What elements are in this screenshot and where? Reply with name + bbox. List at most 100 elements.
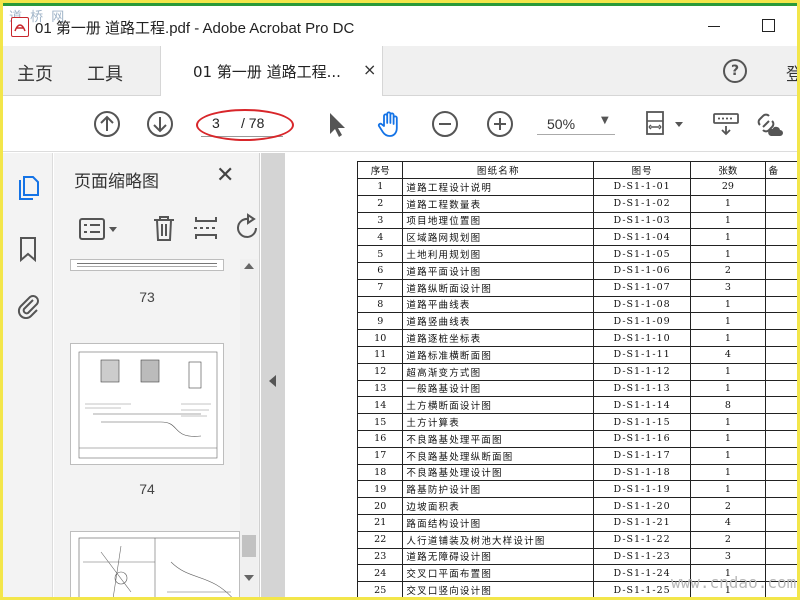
table-row: 7 道路纵断面设计图 D-S1-1-07 3: [356, 278, 797, 297]
sheet-count: 1: [690, 413, 766, 431]
thumbnail-options-icon[interactable]: [78, 215, 122, 243]
select-arrow-icon[interactable]: [321, 109, 351, 139]
drawing-name: 不良路基处理纵断面图: [402, 446, 595, 465]
drawing-name: 边坡面积表: [402, 497, 595, 515]
drawing-name: 道路工程设计说明: [402, 178, 595, 196]
thumbnail-pane: 页面缩略图 ✕ 73 74: [54, 153, 260, 597]
table-row: 6 道路平面设计图 D-S1-1-06 2: [356, 261, 797, 280]
drawing-index-table: 序号 图纸名称 图号 张数 备 1 道路工程设计说明 D-S1-1-01 29 2 道路工…: [356, 161, 797, 597]
bookmark-icon[interactable]: [15, 235, 41, 263]
drawing-name: 路面结构设计图: [402, 513, 595, 532]
rotate-icon[interactable]: [234, 213, 260, 243]
title-bar: 道 桥 网 01 第一册 道路工程.pdf - Adobe Acrobat Pr…: [3, 6, 797, 46]
drawing-name: 交叉口平面布置图: [402, 564, 595, 583]
drawing-name: 道路逐桩坐标表: [402, 329, 595, 347]
close-pane-icon[interactable]: ✕: [216, 163, 234, 188]
remarks-cell: [764, 530, 797, 549]
site-watermark: www.cndao.com: [671, 573, 797, 592]
remarks-cell: [764, 497, 797, 515]
table-row: 3 项目地理位置图 D-S1-1-03 1: [356, 211, 797, 230]
sheet-count: 2: [690, 261, 766, 280]
collapse-pane-icon[interactable]: [269, 375, 276, 387]
thumbnail-scrollbar[interactable]: [240, 259, 258, 597]
keyboard-input-icon[interactable]: [711, 109, 741, 139]
sheet-count: 1: [690, 429, 766, 448]
remarks-cell: [764, 245, 797, 263]
drawing-name: 项目地理位置图: [402, 211, 595, 230]
drawing-name: 土方横断面设计图: [402, 396, 595, 415]
thumbnail-page[interactable]: [70, 531, 240, 597]
thumbnail-page[interactable]: [70, 259, 224, 271]
scroll-up-icon[interactable]: [244, 263, 254, 269]
previous-page-icon[interactable]: [92, 109, 122, 139]
zoom-in-icon[interactable]: [485, 109, 515, 139]
sheet-count: 1: [690, 379, 766, 398]
sign-in-button[interactable]: 登: [786, 60, 797, 85]
zoom-dropdown[interactable]: 50% ▼: [537, 113, 615, 135]
table-row: 18 不良路基处理设计图 D-S1-1-18 1: [356, 463, 797, 482]
remarks-cell: [764, 261, 797, 280]
sheet-count: 1: [690, 463, 766, 482]
close-tab-icon[interactable]: ×: [363, 60, 376, 79]
row-number: 9: [356, 312, 404, 331]
hand-tool-icon[interactable]: [375, 109, 405, 139]
table-row: 13 一般路基设计图 D-S1-1-13 1: [356, 379, 797, 398]
drawing-code: D-S1-1-09: [593, 312, 692, 331]
row-number: 18: [356, 463, 404, 482]
annotation-ellipse: [196, 109, 294, 141]
drawing-code: D-S1-1-13: [593, 379, 692, 398]
table-row: 14 土方横断面设计图 D-S1-1-14 8: [356, 396, 797, 415]
drawing-name: 不良路基处理平面图: [402, 429, 595, 448]
drawing-name: 土方计算表: [402, 413, 595, 431]
sheet-count: 1: [690, 329, 766, 347]
attachment-icon[interactable]: [15, 291, 41, 319]
sheet-count: 1: [690, 312, 766, 331]
zoom-out-icon[interactable]: [430, 109, 460, 139]
table-row: 15 土方计算表 D-S1-1-15 1: [356, 413, 797, 431]
row-number: 2: [356, 194, 404, 213]
column-header-sheet-count: 张数: [690, 161, 766, 179]
drawing-code: D-S1-1-18: [593, 463, 692, 482]
table-row: 21 路面结构设计图 D-S1-1-21 4: [356, 513, 797, 532]
row-number: 16: [356, 429, 404, 448]
row-number: 21: [356, 513, 404, 532]
scrollbar-thumb[interactable]: [242, 535, 256, 557]
drawing-name: 道路标准横断面图: [402, 345, 595, 364]
help-icon[interactable]: ?: [723, 59, 747, 83]
insert-pages-icon[interactable]: [192, 213, 220, 243]
document-view[interactable]: 序号 图纸名称 图号 张数 备 1 道路工程设计说明 D-S1-1-01 29 2 道路工…: [261, 153, 797, 597]
remarks-cell: [764, 228, 797, 247]
scroll-down-icon[interactable]: [244, 575, 254, 581]
remarks-cell: [764, 329, 797, 347]
table-row: 9 道路竖曲线表 D-S1-1-09 1: [356, 312, 797, 331]
table-row: 1 道路工程设计说明 D-S1-1-01 29: [356, 178, 797, 196]
minimize-button[interactable]: [705, 16, 725, 36]
thumbnail-page-number: 74: [139, 481, 155, 497]
cloud-link-icon[interactable]: [753, 109, 783, 139]
drawing-name: 道路无障碍设计图: [402, 547, 595, 566]
row-number: 8: [356, 295, 404, 314]
app-window: 道 桥 网 01 第一册 道路工程.pdf - Adobe Acrobat Pr…: [3, 3, 797, 597]
row-number: 4: [356, 228, 404, 247]
thumbnail-page[interactable]: [70, 343, 224, 465]
fit-page-icon[interactable]: [643, 109, 689, 139]
sheet-count: 29: [690, 178, 766, 196]
row-number: 12: [356, 362, 404, 381]
next-page-icon[interactable]: [145, 109, 175, 139]
drawing-code: D-S1-1-14: [593, 396, 692, 415]
tab-tools[interactable]: 工具: [87, 60, 123, 86]
row-number: 19: [356, 480, 404, 499]
maximize-button[interactable]: [759, 16, 779, 36]
sheet-count: 1: [690, 362, 766, 381]
drawing-code: D-S1-1-17: [593, 446, 692, 465]
document-tab-label: 01 第一册 道路工程...: [193, 63, 341, 81]
tab-home[interactable]: 主页: [17, 60, 53, 86]
trash-icon[interactable]: [150, 213, 178, 243]
pdf-page: 序号 图纸名称 图号 张数 备 1 道路工程设计说明 D-S1-1-01 29 2 道路工…: [285, 153, 797, 597]
sheet-count: 1: [690, 211, 766, 230]
page-thumbnails-icon[interactable]: [15, 175, 41, 203]
drawing-code: D-S1-1-23: [593, 547, 692, 566]
window-title: 01 第一册 道路工程.pdf - Adobe Acrobat Pro DC: [35, 20, 355, 37]
chevron-down-icon: ▼: [601, 115, 609, 126]
tab-document[interactable]: 01 第一册 道路工程... ×: [160, 46, 383, 96]
